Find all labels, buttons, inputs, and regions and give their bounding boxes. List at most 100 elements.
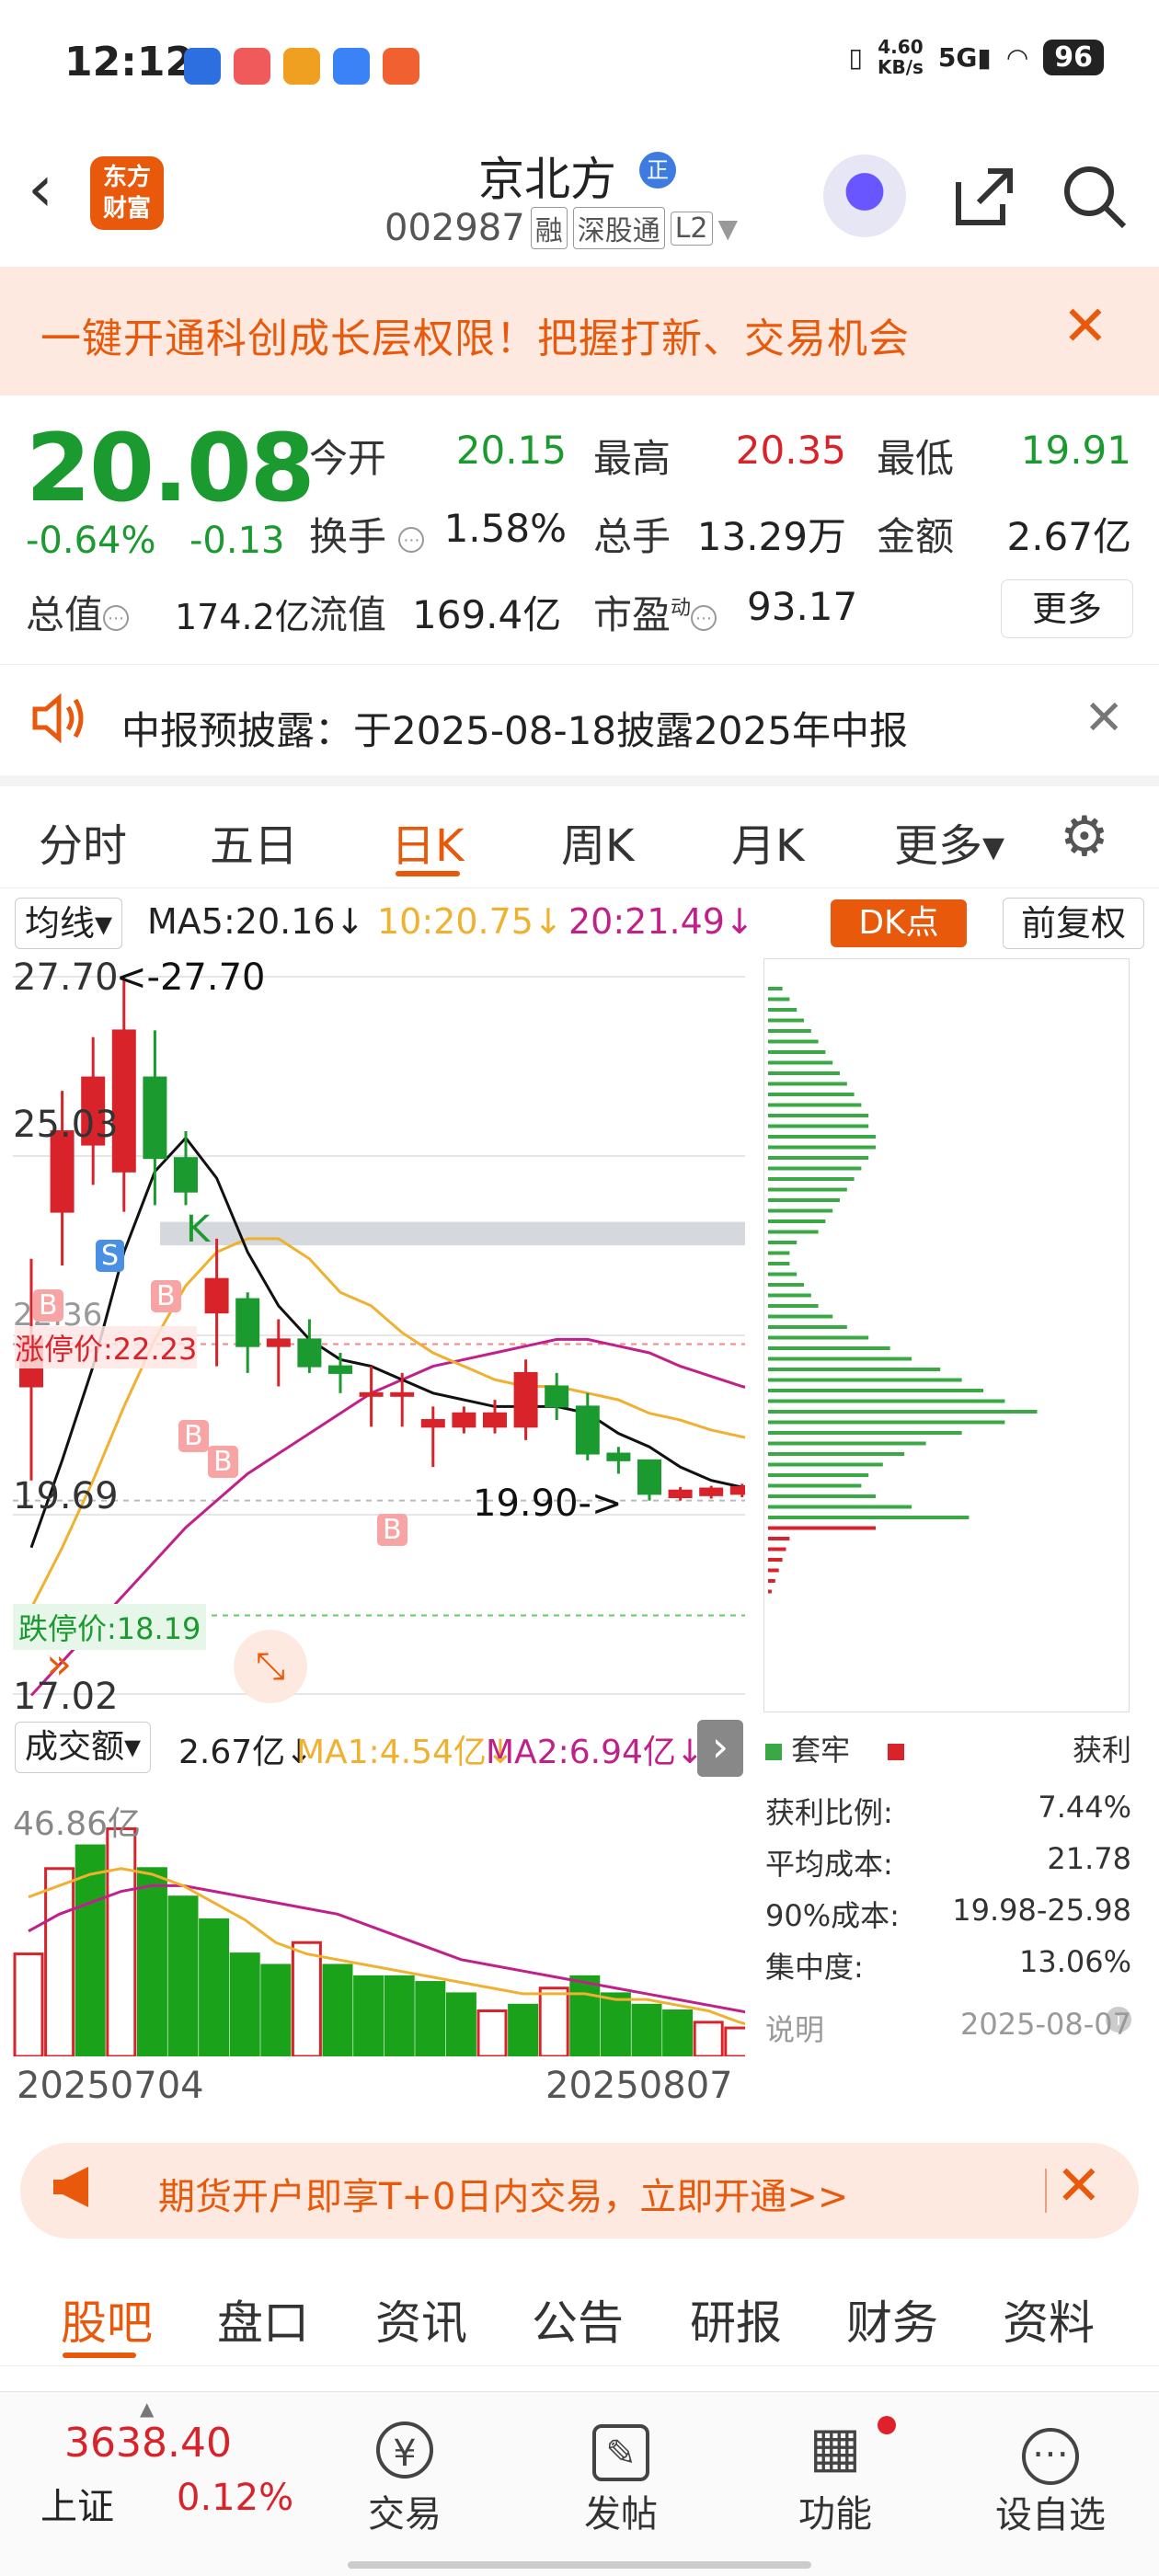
ma20-value: 20:21.49↓ [568,901,754,942]
stock-code: 002987 [384,207,525,249]
trade-icon-glyph: ¥ [376,2421,433,2479]
chip-bar-loss [768,1473,869,1477]
candlestick-chart[interactable]: 27.70 <-27.70 25.03 22.36 19.69 17.02 19… [13,956,786,1718]
tab-monthly-k[interactable]: 月K [731,809,804,874]
tab-finance[interactable]: 财务 [846,2286,938,2353]
amount-label: 金额 [877,514,955,559]
chip-bar-loss [768,1293,811,1298]
candle [420,1406,445,1468]
candle-body [699,1487,724,1496]
legend-swatch-profit [887,1744,904,1760]
tab-daily-k[interactable]: 日K [391,809,464,874]
buy-signal-mark[interactable]: B [208,1446,238,1478]
back-button[interactable]: ‹ [28,156,53,221]
buy-signal-mark[interactable]: B [377,1514,407,1546]
chip-bar-loss [768,1241,798,1244]
volume-chart[interactable]: 46.86亿 [13,1780,786,2058]
tab-research[interactable]: 研报 [690,2286,782,2353]
close-icon[interactable]: ✕ [1062,294,1108,359]
tab-forum[interactable]: 股吧 [61,2286,153,2353]
dk-point-button[interactable]: DK点 [831,899,967,947]
sell-signal-mark[interactable]: S [96,1240,125,1272]
chip-bar-profit [768,1537,790,1540]
expand-icon[interactable]: ⤡ [234,1630,307,1703]
tab-orderbook[interactable]: 盘口 [217,2286,309,2353]
volume-bar [322,1963,353,2058]
nav-functions-label: 功能 [798,2493,872,2536]
search-icon[interactable] [1058,160,1131,234]
close-icon[interactable]: ✕ [1056,2154,1102,2218]
chip-distribution [763,958,1130,1712]
chip-bar-loss [768,1124,869,1128]
chip-bar-profit [768,1547,786,1551]
chip-bar-loss [768,1314,833,1319]
volume-bar [44,1867,75,2058]
report-notice[interactable]: 中报预披露：于2025-08-18披露2025年中报 ✕ [0,664,1159,786]
gear-icon[interactable]: ⚙ [1060,805,1109,869]
volume-bar [384,1975,415,2058]
stock-code-row[interactable]: 002987 融 深股通 L2 ▼ [384,207,738,249]
candle [452,1406,476,1434]
info-icon[interactable]: ⋯ [398,526,425,553]
k-signal-mark[interactable]: K [186,1208,210,1251]
candle-body [143,1076,167,1160]
volume-bar [724,2026,755,2058]
divider [1045,2169,1047,2213]
info-icon[interactable]: ⋯ [103,604,130,631]
chip-note-row[interactable]: 说明 i 2025-08-07 [765,2007,1131,2049]
chip-bar-loss [768,997,790,1002]
assistant-robot-icon[interactable] [823,155,906,237]
volume-bar [136,1867,167,2058]
chip-bar-loss [768,1389,983,1392]
tab-weekly-k[interactable]: 周K [561,809,634,874]
futures-banner[interactable]: 期货开户即享T+0日内交易，立即开通>> ✕ [20,2143,1139,2238]
tab-announcements[interactable]: 公告 [532,2286,624,2353]
chip-row-label: 获利比例: [765,1795,893,1830]
indicator-selector[interactable]: 均线▾ [15,898,123,949]
chip-bar-loss [768,1420,1005,1425]
ma10-value: 10:20.75↓ [377,901,563,942]
nav-functions[interactable]: ▦ 功能 [762,2410,909,2537]
candle-body [452,1412,476,1428]
chip-bar-loss [768,1135,876,1139]
chip-row-value: 13.06% [1018,1944,1131,1979]
chip-bar-loss [768,1325,847,1329]
chevron-right-icon[interactable]: › [697,1720,743,1777]
more-button[interactable]: 更多 [1001,579,1133,638]
tab-news[interactable]: 资讯 [375,2286,467,2353]
volume-bar [600,1992,631,2058]
double-arrow-icon[interactable]: » [46,1639,72,1689]
chip-info-panel: 套牢 获利 获利比例: 7.44% 平均成本: 21.78 90%成本: 19.98-… [763,1716,1131,2056]
tab-more[interactable]: 更多▾ [894,809,1004,874]
chip-bar-loss [768,1208,833,1213]
app-notification-icon [184,48,221,85]
volume-bar [538,1986,569,2058]
chip-bar-loss [768,1230,819,1234]
level2-tag: L2 [670,211,713,246]
adjust-mode-button[interactable]: 前复权 [1003,898,1144,949]
share-icon[interactable] [947,160,1021,234]
volume-selector[interactable]: 成交额▾ [15,1722,152,1773]
close-icon[interactable]: ✕ [1084,691,1124,746]
active-section-indicator [63,2353,136,2358]
buy-signal-mark[interactable]: B [178,1420,209,1452]
battery-icon: 96 [1043,39,1104,75]
promo-banner[interactable]: 一键开通科创成长层权限！把握打新、交易机会 ✕ [0,267,1159,395]
info-icon[interactable]: ⋯ [691,604,717,631]
buy-signal-mark[interactable]: B [33,1289,63,1322]
candle-body [606,1452,631,1461]
open-label: 今开 [309,436,387,481]
candle [390,1372,415,1427]
chip-row-value: 7.44% [1038,1790,1131,1825]
buy-signal-mark[interactable]: B [151,1280,181,1312]
tab-five-day[interactable]: 五日 [210,809,298,874]
candle [575,1392,600,1460]
chip-row-value: 21.78 [1047,1841,1131,1876]
nav-post[interactable]: ✎ 发帖 [547,2410,694,2537]
high-value: 20.35 [735,428,846,473]
tab-intraday[interactable]: 分时 [39,809,127,874]
nav-add-watchlist[interactable]: ⋯ 设自选 [977,2410,1124,2538]
more-circle-icon: ⋯ [977,2410,1124,2485]
nav-trade[interactable]: ¥ 交易 [331,2410,478,2537]
tab-profile[interactable]: 资料 [1003,2286,1095,2353]
